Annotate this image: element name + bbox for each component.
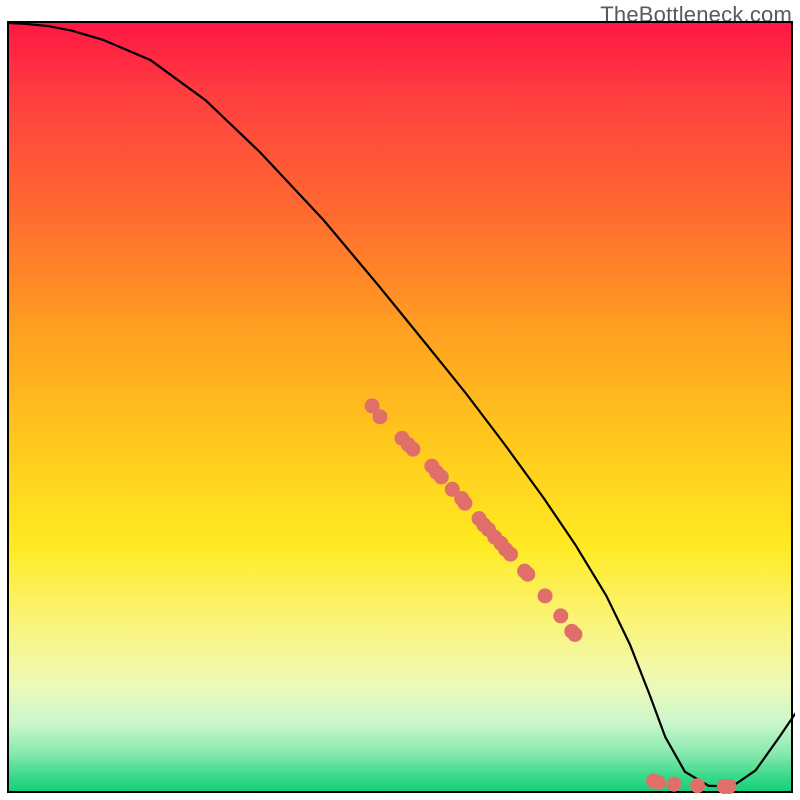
scatter-dot (567, 627, 582, 642)
scatter-dot (553, 608, 568, 623)
bottleneck-curve (9, 23, 795, 787)
plot-frame (7, 21, 793, 793)
scatter-dot (434, 469, 449, 484)
bottleneck-chart: TheBottleneck.com (0, 0, 800, 800)
scatter-dot (721, 779, 736, 794)
plot-overlay-svg (9, 23, 795, 795)
scatter-dot (651, 775, 666, 790)
scatter-dots (365, 398, 737, 794)
scatter-dot (503, 547, 518, 562)
scatter-dot (520, 567, 535, 582)
scatter-dot (457, 496, 472, 511)
scatter-dot (372, 409, 387, 424)
scatter-dot (406, 442, 421, 457)
scatter-dot (690, 778, 705, 793)
scatter-dot (538, 588, 553, 603)
scatter-dot (666, 777, 681, 792)
